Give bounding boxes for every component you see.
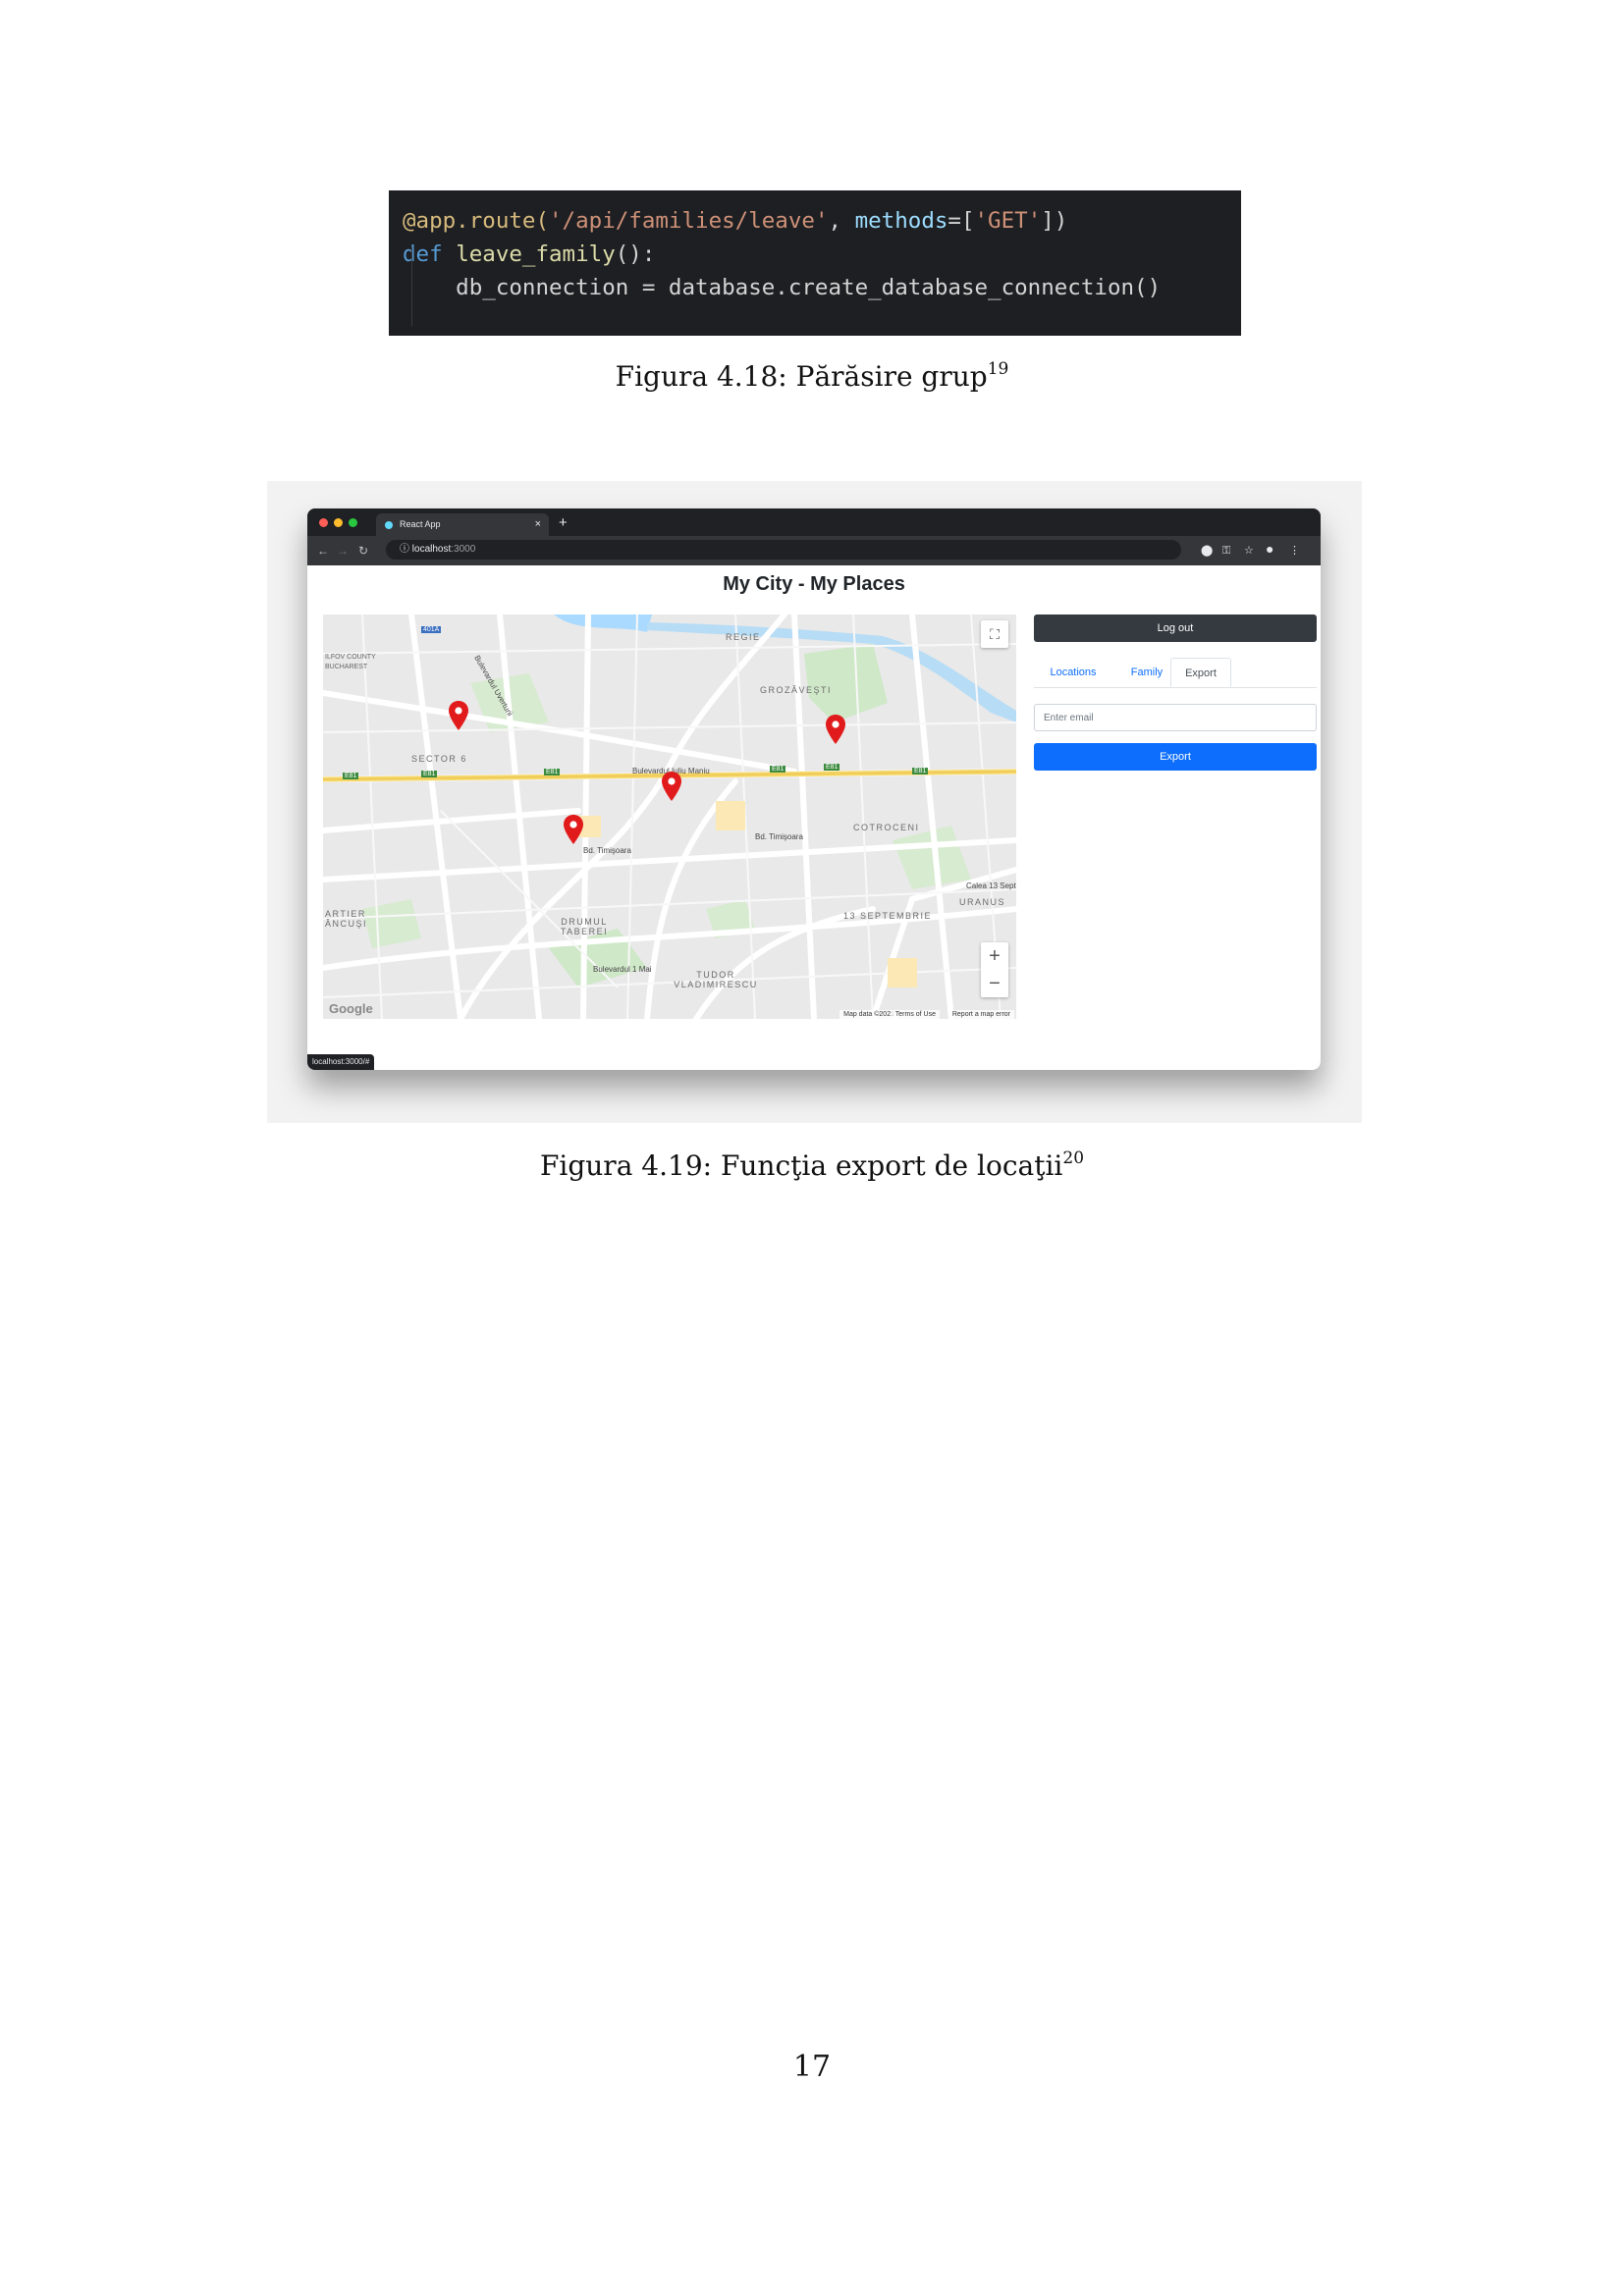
footnote-ref: 20 xyxy=(1062,1148,1085,1168)
code-token: (): xyxy=(615,241,656,267)
browser-window: React App × + ← → ↻ ⓘ localhost:3000 ⬤ ⚿… xyxy=(307,508,1321,1070)
code-token: methods xyxy=(854,208,948,234)
code-token: 'GET' xyxy=(974,208,1042,234)
side-panel: Log out Locations Family Export Export xyxy=(1034,614,1317,771)
district-label: DRUMUL TABEREI xyxy=(560,917,609,936)
district-label: GROZĂVEŞTI xyxy=(760,685,833,695)
area-label: BUCHAREST xyxy=(325,664,368,670)
map-data-attribution: Map data ©2021 xyxy=(839,1010,898,1019)
fullscreen-icon[interactable]: ⛶ xyxy=(981,620,1008,648)
code-token: '/api/families/leave' xyxy=(549,208,829,234)
terms-of-use-link[interactable]: Terms of Use xyxy=(891,1010,940,1019)
district-label: SECTOR 6 xyxy=(411,754,467,764)
page-viewport: My City - My Places 401A E81 E81 E81 E81… xyxy=(307,565,1321,1070)
browser-toolbar: ← → ↻ ⓘ localhost:3000 ⬤ ⚿ ☆ ● ⋮ xyxy=(307,536,1321,565)
key-icon[interactable]: ⚿ xyxy=(1222,543,1230,559)
browser-tab-bar: React App × + xyxy=(307,508,1321,536)
report-map-error-link[interactable]: Report a map error xyxy=(947,1010,1014,1019)
tab-family[interactable]: Family xyxy=(1118,658,1175,687)
highway-shield: E81 xyxy=(912,768,929,774)
highway-shield: E81 xyxy=(544,769,561,775)
indent-guide xyxy=(411,247,412,326)
google-logo: Google xyxy=(329,1001,373,1016)
address-bar[interactable]: ⓘ localhost:3000 xyxy=(386,540,1181,560)
app-title: My City - My Places xyxy=(723,573,905,595)
code-line-3: db_connection = database.create_database… xyxy=(403,271,1241,304)
zoom-control: + − xyxy=(981,942,1008,997)
react-favicon-icon xyxy=(385,521,393,529)
url-port: :3000 xyxy=(451,544,476,555)
district-label: TUDOR VLADIMIRESCU xyxy=(674,970,758,989)
menu-dots-icon[interactable]: ⋮ xyxy=(1289,543,1300,559)
caption-text: Figura 4.18: Părăsire grup xyxy=(615,360,988,393)
highway-shield: 401A xyxy=(421,626,442,633)
road-label: Calea 13 Septem xyxy=(966,881,1016,890)
code-token: leave_family xyxy=(456,241,616,267)
figure-caption-4-18: Figura 4.18: Părăsire grup19 xyxy=(0,359,1624,393)
location-pin-icon[interactable] xyxy=(448,701,469,730)
forward-arrow-icon[interactable]: → xyxy=(337,542,349,560)
zoom-out-button[interactable]: − xyxy=(981,970,1008,997)
location-pin-icon[interactable] xyxy=(825,715,846,744)
close-window-dot[interactable] xyxy=(319,518,328,527)
code-token: ]) xyxy=(1041,208,1068,234)
reload-icon[interactable]: ↻ xyxy=(358,542,368,560)
caption-text: Figura 4.19: Funcţia export de locaţii xyxy=(539,1149,1063,1182)
tab-title: React App xyxy=(400,519,441,529)
browser-tab[interactable]: React App × xyxy=(376,513,549,536)
location-icon[interactable]: ⬤ xyxy=(1201,543,1213,559)
new-tab-icon[interactable]: + xyxy=(559,513,568,533)
tab-close-icon[interactable]: × xyxy=(535,513,541,536)
status-url: localhost:3000/# xyxy=(307,1054,375,1070)
highway-shield: E81 xyxy=(770,766,786,773)
district-label: COTROCENI xyxy=(853,823,920,832)
district-label: REGIE xyxy=(726,632,761,642)
district-label: ARTIER ÂNCUŞI xyxy=(325,909,368,929)
back-arrow-icon[interactable]: ← xyxy=(317,542,329,560)
road-label: Bd. Timişoara xyxy=(583,846,631,855)
panel-tabs: Locations Family Export xyxy=(1034,658,1317,688)
location-pin-icon[interactable] xyxy=(661,772,682,801)
minimize-window-dot[interactable] xyxy=(334,518,343,527)
tab-locations[interactable]: Locations xyxy=(1034,658,1112,687)
area-label: ILFOV COUNTY xyxy=(325,654,376,661)
code-token: =[ xyxy=(947,208,975,234)
maximize-window-dot[interactable] xyxy=(349,518,357,527)
code-line-1: @app.route('/api/families/leave', method… xyxy=(403,204,1241,238)
district-label: 13 SEPTEMBRIE xyxy=(843,911,933,921)
figure-caption-4-19: Figura 4.19: Funcţia export de locaţii20 xyxy=(0,1148,1624,1182)
code-token: @app.route( xyxy=(403,208,550,234)
highway-shield: E81 xyxy=(421,771,438,777)
map[interactable]: 401A E81 E81 E81 E81 E81 E81 REGIE GROZĂ… xyxy=(323,614,1016,1019)
tab-export[interactable]: Export xyxy=(1170,658,1231,687)
code-snippet: @app.route('/api/families/leave', method… xyxy=(389,190,1241,336)
code-line-2: def leave_family(): xyxy=(403,238,1241,271)
url-host: localhost xyxy=(411,544,452,555)
district-label: URANUS xyxy=(959,897,1006,907)
email-input[interactable] xyxy=(1034,704,1317,731)
road-label: Bd. Timişoara xyxy=(755,832,803,841)
footnote-ref: 19 xyxy=(987,359,1009,379)
star-icon[interactable]: ☆ xyxy=(1244,543,1254,559)
profile-icon[interactable]: ● xyxy=(1266,541,1273,557)
highway-shield: E81 xyxy=(343,773,359,779)
logout-button[interactable]: Log out xyxy=(1034,614,1317,642)
page-number: 17 xyxy=(792,2050,832,2084)
export-button[interactable]: Export xyxy=(1034,743,1317,771)
highway-shield: E81 xyxy=(824,764,840,771)
zoom-in-button[interactable]: + xyxy=(981,942,1008,970)
map-roads xyxy=(323,614,1016,1019)
road-label: Bulevardul 1 Mai xyxy=(593,965,652,974)
location-pin-icon[interactable] xyxy=(563,815,584,844)
code-token: db_connection = database.create_database… xyxy=(403,275,1162,300)
info-icon: ⓘ xyxy=(400,544,412,555)
code-token: , xyxy=(828,208,855,234)
